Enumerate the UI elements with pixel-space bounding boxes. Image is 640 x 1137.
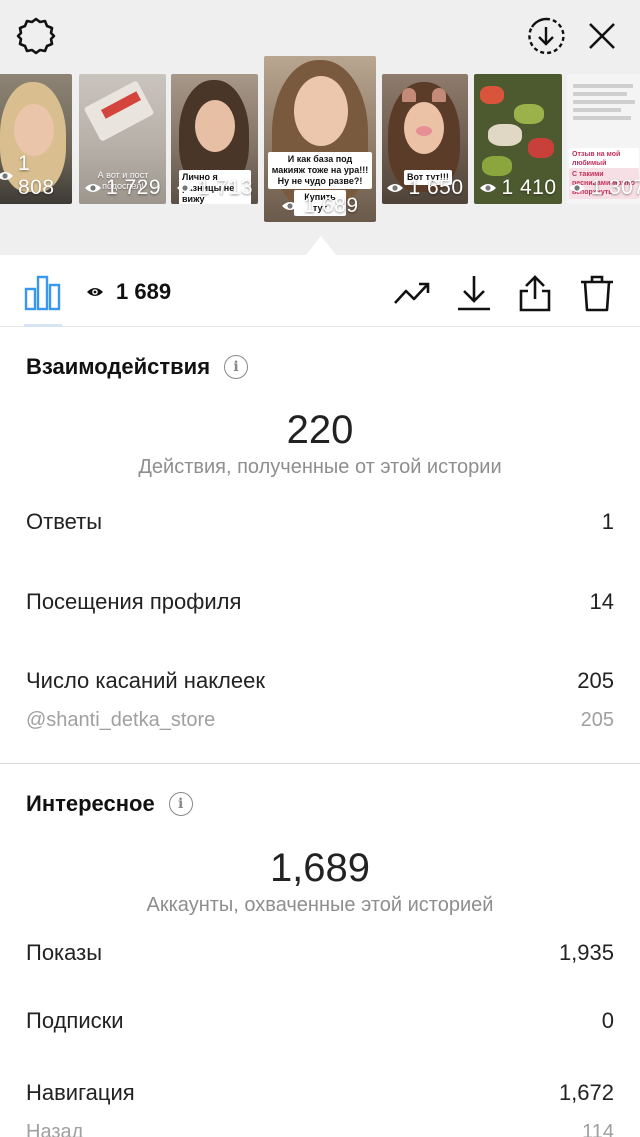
- metric-row-follows: Подписки 0: [26, 1008, 614, 1033]
- story-view-count: 1 650: [382, 176, 468, 200]
- section-divider: [0, 763, 640, 764]
- interactions-section-title: Взаимодействия i: [26, 354, 249, 380]
- info-icon[interactable]: i: [224, 355, 249, 379]
- share-button[interactable]: [513, 271, 557, 315]
- trending-up-icon: [394, 282, 430, 304]
- story-caption: И как база под макияж тоже на ура!!! Ну …: [268, 152, 372, 189]
- story-toolbar: 1 689: [0, 255, 640, 327]
- insights-tab[interactable]: [22, 271, 64, 313]
- story-view-count: 1 729: [79, 176, 166, 200]
- eye-icon: [480, 184, 497, 192]
- story-thumbnail[interactable]: 1 410: [474, 74, 562, 204]
- story-view-count: 1 808: [0, 152, 72, 200]
- story-thumbnails: 1 808 А вот и пост подоспел! 1 729 Лично…: [0, 56, 640, 256]
- circle-download-icon: [528, 17, 565, 55]
- story-thumbnail[interactable]: А вот и пост подоспел! 1 729: [79, 74, 166, 204]
- story-strip: 1 808 А вот и пост подоспел! 1 729 Лично…: [0, 0, 640, 256]
- save-button[interactable]: [452, 271, 496, 315]
- metric-row-navigation: Навигация 1,672: [26, 1080, 614, 1105]
- story-view-count: 1 713: [171, 176, 258, 200]
- metric-row-profile-visits: Посещения профиля 14: [26, 589, 614, 614]
- save-story-button[interactable]: [524, 14, 568, 58]
- info-icon[interactable]: i: [168, 792, 193, 816]
- bar-chart-icon: [24, 275, 61, 311]
- story-viewers-count[interactable]: 1 689: [86, 279, 171, 305]
- story-view-count: 1 307: [567, 176, 640, 200]
- eye-icon: [0, 172, 13, 180]
- story-thumbnail[interactable]: 1 808: [0, 74, 72, 204]
- close-icon: [589, 23, 615, 49]
- gear-icon: [16, 17, 56, 55]
- discovery-total-caption: Аккаунты, охваченные этой историей: [146, 894, 494, 916]
- trash-icon: [581, 275, 613, 312]
- eye-icon: [84, 184, 101, 192]
- metric-row-sticker-account[interactable]: @shanti_detka_store 205: [26, 709, 614, 732]
- eye-icon: [282, 202, 299, 210]
- selected-story-pointer: [305, 236, 337, 256]
- discovery-section-title: Интересное i: [26, 791, 193, 817]
- story-thumbnail[interactable]: Лично я разницы не вижу 1 713: [171, 74, 258, 204]
- story-view-count: 1 689: [264, 194, 376, 218]
- story-thumbnail[interactable]: Отзыв на мой любимый дрымидол С такими р…: [567, 74, 640, 204]
- insights-tab-indicator: [24, 324, 62, 327]
- eye-icon: [569, 184, 586, 192]
- interactions-total: 220: [286, 408, 354, 452]
- story-view-count: 1 410: [474, 176, 562, 200]
- promote-button[interactable]: [390, 271, 434, 315]
- metric-row-back: Назад 114: [26, 1121, 614, 1137]
- metric-row-sticker-taps: Число касаний наклеек 205: [26, 668, 614, 693]
- metric-row-replies: Ответы 1: [26, 509, 614, 534]
- interactions-total-caption: Действия, полученные от этой истории: [138, 456, 502, 478]
- close-button[interactable]: [580, 14, 624, 58]
- download-icon: [458, 276, 490, 311]
- discovery-total: 1,689: [269, 846, 371, 890]
- story-thumbnail[interactable]: Вот тут!!! 1 650: [382, 74, 468, 204]
- eye-icon: [87, 288, 103, 296]
- share-icon: [519, 275, 551, 312]
- eye-icon: [387, 184, 404, 192]
- metric-row-impressions: Показы 1,935: [26, 940, 614, 965]
- delete-button[interactable]: [575, 271, 619, 315]
- story-thumbnail-selected[interactable]: И как база под макияж тоже на ура!!! Ну …: [264, 56, 376, 222]
- eye-icon: [176, 184, 193, 192]
- settings-button[interactable]: [14, 14, 58, 58]
